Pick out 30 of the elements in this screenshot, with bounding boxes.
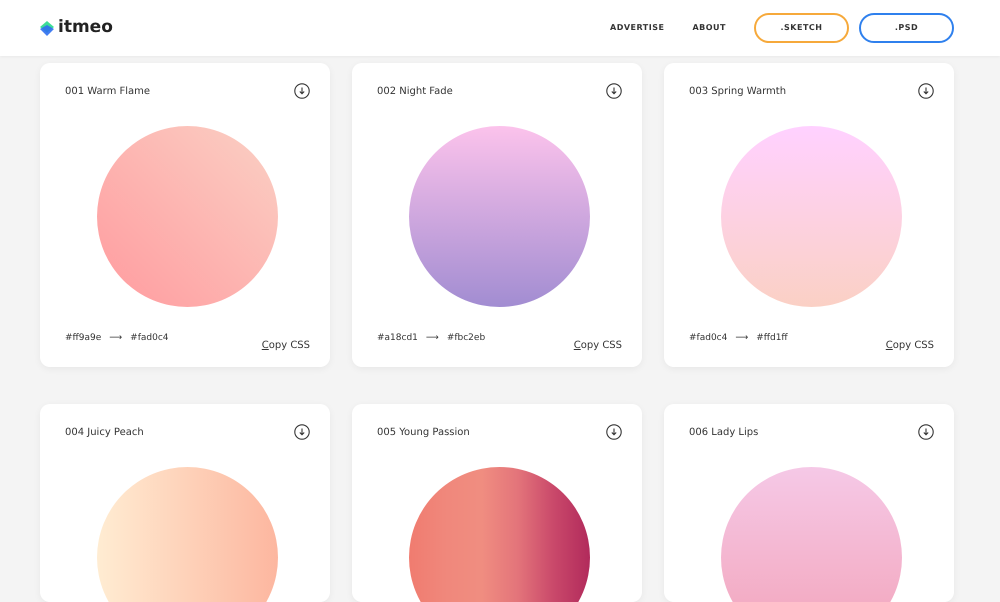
copy-css-button[interactable]: Copy CSS bbox=[262, 338, 310, 353]
end-color-code: #fad0c4 bbox=[130, 332, 168, 345]
logo-icon bbox=[40, 20, 54, 36]
gradient-title: 002 Night Fade bbox=[377, 84, 453, 98]
arrow-glyph: ⟶ bbox=[735, 332, 748, 345]
download-icon[interactable] bbox=[606, 424, 622, 440]
end-color-code: #ffd1ff bbox=[756, 332, 788, 345]
arrow-glyph: ⟶ bbox=[426, 332, 439, 345]
download-icon[interactable] bbox=[918, 83, 934, 99]
gradient-title: 003 Spring Warmth bbox=[689, 84, 786, 98]
download-icon[interactable] bbox=[294, 424, 310, 440]
start-color-code: #a18cd1 bbox=[377, 332, 418, 345]
nav-link[interactable]: ABOUT bbox=[692, 22, 726, 34]
gradient-title: 005 Young Passion bbox=[377, 426, 470, 440]
start-color-code: #fad0c4 bbox=[689, 332, 728, 345]
download-button[interactable]: .PSD bbox=[859, 13, 954, 43]
end-color-code: #fbc2eb bbox=[446, 332, 486, 345]
gradient-title: 001 Warm Flame bbox=[65, 84, 150, 98]
download-icon[interactable] bbox=[606, 83, 622, 99]
download-icon[interactable] bbox=[918, 424, 934, 440]
download-button[interactable]: .SKETCH bbox=[754, 13, 849, 43]
nav-link[interactable]: ADVERTISE bbox=[610, 22, 664, 34]
gradient-title: 006 Lady Lips bbox=[689, 426, 758, 440]
download-icon[interactable] bbox=[294, 83, 310, 99]
start-color-code: #ff9a9e bbox=[65, 332, 102, 345]
copy-css-button[interactable]: Copy CSS bbox=[886, 338, 934, 353]
copy-css-button[interactable]: Copy CSS bbox=[574, 338, 622, 353]
gradient-title: 004 Juicy Peach bbox=[65, 426, 144, 440]
arrow-glyph: ⟶ bbox=[109, 332, 122, 345]
brand-name[interactable]: itmeo bbox=[58, 15, 113, 41]
